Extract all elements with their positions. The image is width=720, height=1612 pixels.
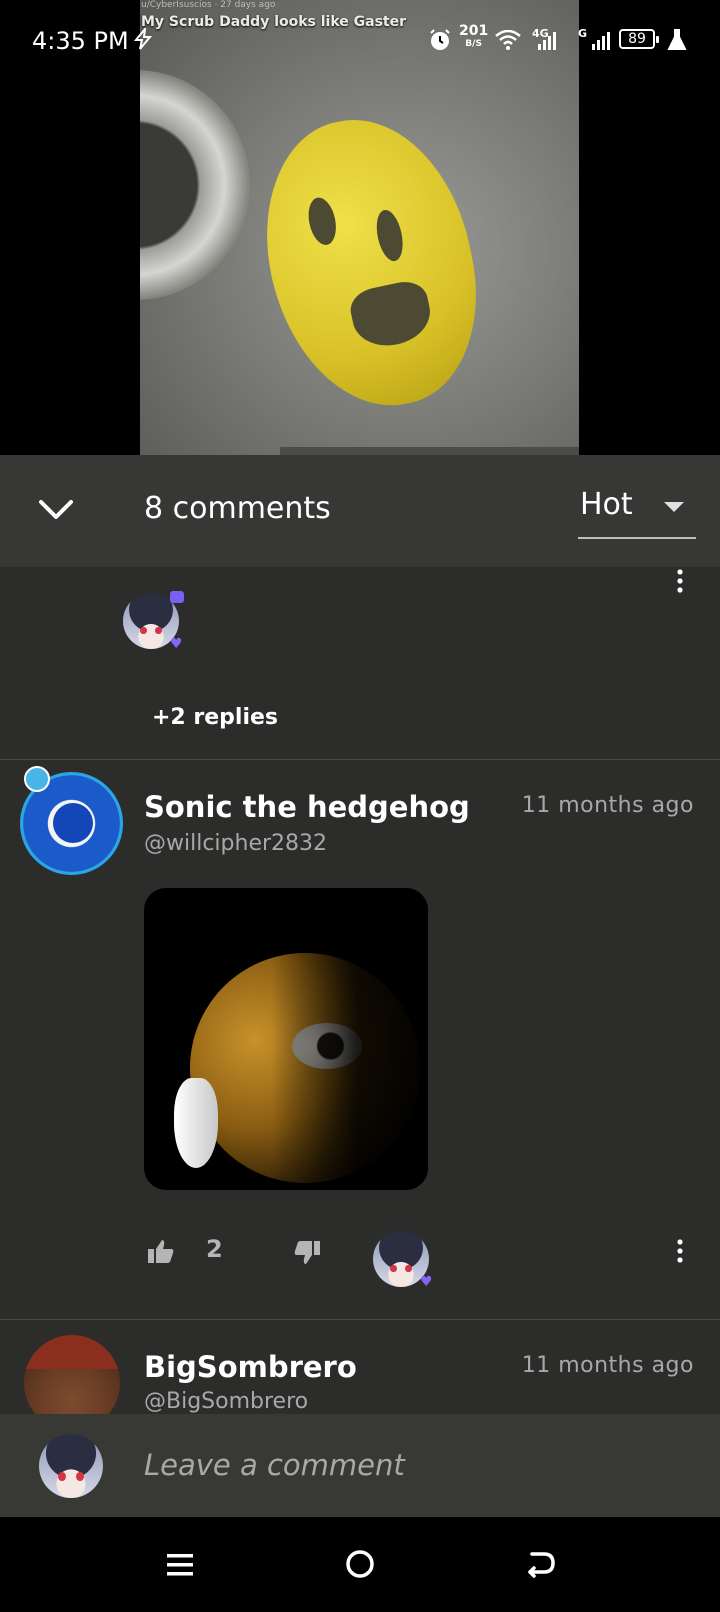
author-handle: @BigSombrero xyxy=(144,1389,309,1414)
menu-icon[interactable] xyxy=(166,1551,194,1579)
comments-count: 8 comments xyxy=(144,491,331,526)
heart-badge-icon: ♥ xyxy=(170,636,183,652)
flask-icon xyxy=(667,29,687,50)
status-bar: 4:35 PM 201 B/S 4G G 89 xyxy=(0,0,720,80)
author-handle: @willcipher2832 xyxy=(144,831,328,856)
avatar-badge-icon xyxy=(24,766,50,792)
caret-down-icon xyxy=(664,502,684,512)
sort-selected-value: Hot xyxy=(580,487,633,522)
status-time: 4:35 PM xyxy=(32,27,129,55)
thumbs-down-icon[interactable] xyxy=(293,1240,321,1266)
author-name[interactable]: BigSombrero xyxy=(144,1350,357,1384)
comment-input-bar: Leave a comment xyxy=(0,1414,720,1517)
home-circle-icon[interactable] xyxy=(345,1549,375,1579)
chevron-down-icon[interactable] xyxy=(36,489,76,529)
navigation-bar xyxy=(0,1517,720,1612)
view-replies-link[interactable]: +2 replies xyxy=(152,705,278,730)
alarm-icon xyxy=(430,29,450,50)
author-avatar[interactable] xyxy=(24,1335,120,1414)
comments-header: 8 comments Hot xyxy=(0,455,720,567)
comment-item: BigSombrero @BigSombrero 11 months ago xyxy=(0,1319,720,1414)
current-user-avatar xyxy=(39,1434,103,1498)
author-name[interactable]: Sonic the hedgehog xyxy=(144,790,470,824)
like-count: 2 xyxy=(206,1235,223,1263)
heart-badge-icon: ♥ xyxy=(420,1274,433,1290)
comment-timestamp: 11 months ago xyxy=(521,1353,694,1378)
network-g-label: G xyxy=(578,27,588,40)
wifi-icon xyxy=(495,30,521,50)
thumbs-up-icon[interactable] xyxy=(147,1238,175,1264)
chat-badge-icon xyxy=(170,591,184,603)
signal-icon xyxy=(538,32,556,50)
more-vertical-icon[interactable] xyxy=(671,569,689,593)
comment-timestamp: 11 months ago xyxy=(521,793,694,818)
comment-input[interactable]: Leave a comment xyxy=(144,1448,405,1482)
previous-comment-thread: ♥ +2 replies xyxy=(0,567,720,758)
battery-indicator: 89 xyxy=(619,29,659,49)
comment-image[interactable] xyxy=(144,888,428,1190)
sombrero-hat-image xyxy=(24,1335,120,1369)
sort-dropdown[interactable]: Hot xyxy=(578,479,696,539)
more-vertical-icon[interactable] xyxy=(671,1239,689,1263)
video-progress-strip xyxy=(280,447,579,455)
lightning-icon xyxy=(133,28,153,50)
white-glove-hand xyxy=(174,1078,218,1168)
comment-item: Sonic the hedgehog @willcipher2832 11 mo… xyxy=(0,759,720,1319)
network-speed: 201 B/S xyxy=(459,23,489,49)
back-arrow-icon[interactable] xyxy=(526,1550,556,1578)
sonic-avatar-image xyxy=(53,803,93,843)
sponge-face-image xyxy=(243,100,499,426)
sink-drain-image xyxy=(140,70,250,300)
signal-icon-2 xyxy=(592,32,610,50)
